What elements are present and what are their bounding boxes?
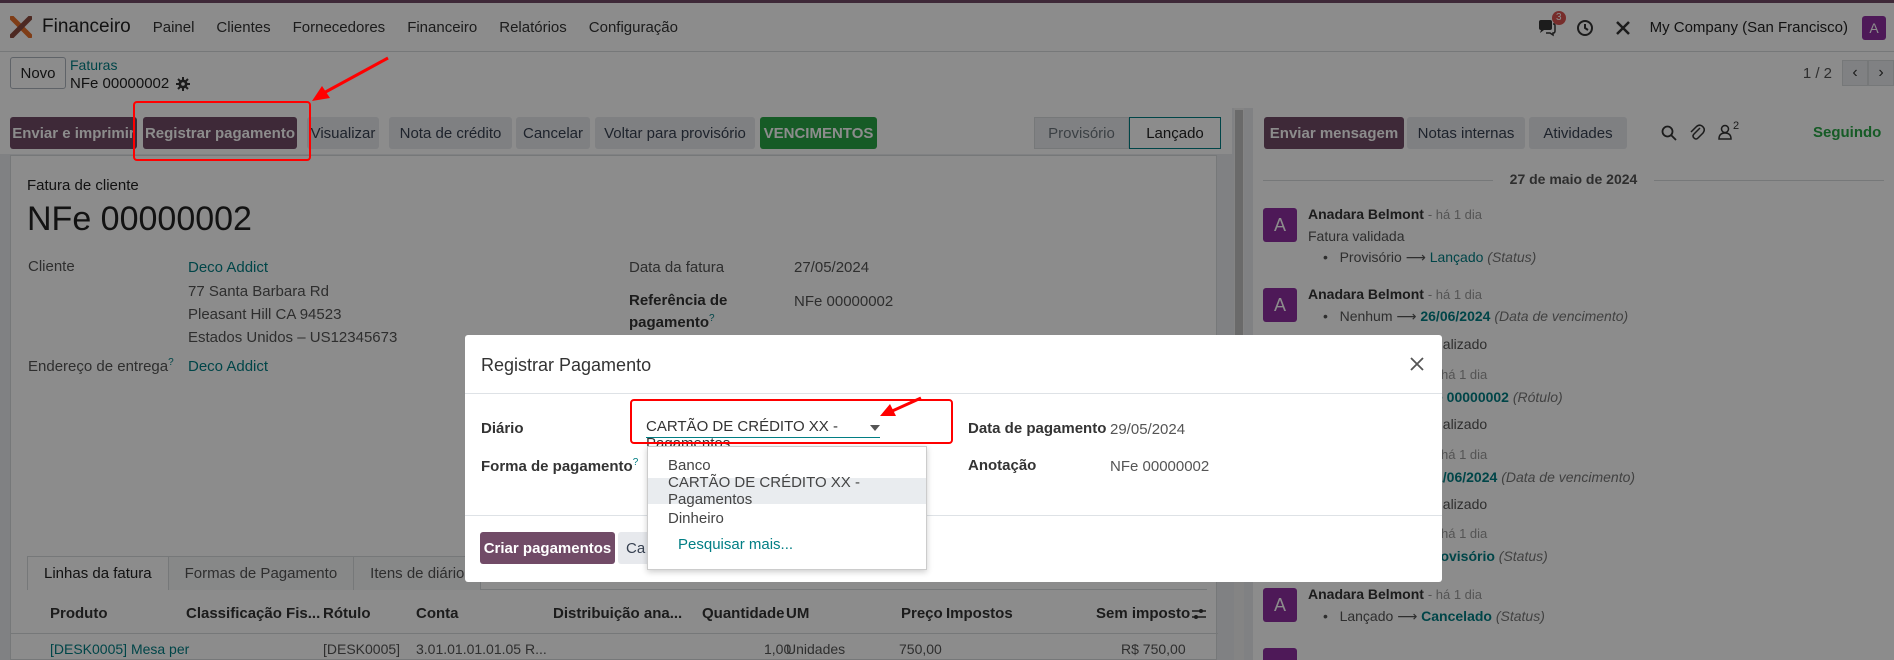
annotation-arrows [312, 56, 922, 416]
